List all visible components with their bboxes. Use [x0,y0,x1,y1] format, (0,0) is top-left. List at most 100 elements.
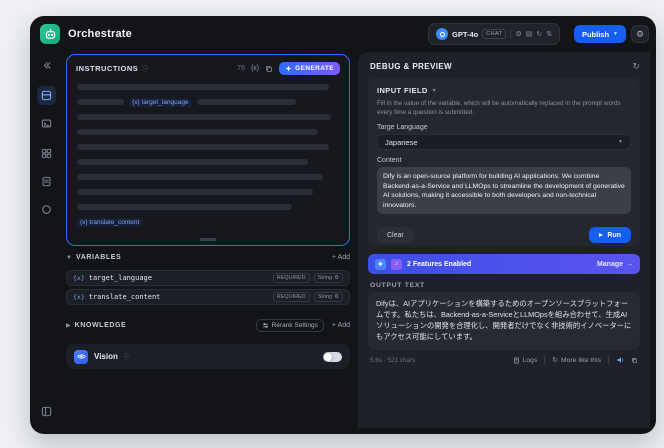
feature-speech-icon: ♪ [391,258,402,270]
logs-button[interactable]: Logs [513,357,537,364]
sparkle-icon [285,65,292,72]
publish-button[interactable]: Publish ▼ [573,25,626,43]
features-enabled-text: 2 Features Enabled [407,260,472,268]
features-enabled-bar[interactable]: ❖ ♪ 2 Features Enabled Manage → [368,254,640,274]
output-text-title: OUTPUT TEXT [370,282,425,289]
rerank-settings-button[interactable]: Rerank Settings [255,319,324,332]
required-badge: REQUIRED [272,273,310,283]
content-label: Content [377,157,402,164]
play-icon [599,233,604,237]
knowledge-section-header[interactable]: ▶ KNOWLEDGE Rerank Settings + Add [66,319,350,332]
settings-button[interactable]: ⚙ [631,25,649,43]
more-like-this-button[interactable]: ↻ More like this [552,356,601,365]
char-count: 76 [237,65,245,72]
input-field-card: INPUT FIELD ▼ Fill in the value of the v… [368,78,640,246]
model-selector[interactable]: GPT-4o CHAT ⚙ ▤ ↻ ⇅ [428,23,561,45]
debug-preview-panel: DEBUG & PREVIEW ↻ INPUT FIELD ▼ Fill in … [358,52,650,428]
prompt-skeleton: {x} target_language {x} translate_conten… [67,79,349,227]
model-settings-icon[interactable]: ⚙ [515,31,521,38]
retry-icon: ↻ [552,357,558,364]
variable-name: target_language [88,274,152,282]
rail-item-terminal-icon[interactable] [37,114,56,133]
copy-icon[interactable] [265,65,273,73]
app-window: Orchestrate GPT-4o CHAT ⚙ ▤ ↻ ⇅ Publish … [30,16,656,434]
chevron-down-icon: ▼ [431,87,437,94]
vision-feature-card: Vision ⓘ [66,344,350,369]
copy-output-button[interactable] [631,357,638,364]
variable-settings-icon: ⚙ [334,294,339,300]
skeleton-line [77,204,292,210]
refresh-icon[interactable]: ↻ [632,61,640,72]
model-params-icon[interactable]: ▤ [526,31,533,38]
rail-item-orchestrate-icon[interactable] [37,86,56,105]
input-field-header[interactable]: INPUT FIELD ▼ [377,86,631,95]
rail-item-apps-icon[interactable] [37,144,56,163]
rail-bottom-panel-icon[interactable] [37,402,56,421]
left-rail [30,52,63,434]
collapse-sidebar-icon[interactable] [37,56,56,75]
instructions-editor[interactable]: INSTRUCTIONS ⓘ 76 {x} GENERATE {x} targe… [66,54,350,246]
output-meta: 5.6s · 521 chars [370,356,416,364]
chevron-down-icon: ▼ [613,31,618,37]
arrow-right-icon: → [626,260,633,268]
add-variable-button[interactable]: + Add [332,254,350,261]
clear-button[interactable]: Clear [377,227,414,243]
skeleton-line [77,114,332,120]
variable-row[interactable]: {x} translate_content REQUIRED String ⚙ [66,289,350,305]
target-language-label: Targe Language [377,124,428,131]
generate-button[interactable]: GENERATE [279,62,340,75]
model-history-icon[interactable]: ↻ [536,31,542,38]
model-swap-icon[interactable]: ⇅ [546,31,552,38]
chevron-down-icon: ▼ [66,254,72,261]
variable-token-icon: {x} [73,293,85,301]
app-logo-icon [40,24,60,44]
speaker-button[interactable] [616,356,624,364]
model-name: GPT-4o [452,29,479,39]
type-badge[interactable]: String ⚙ [313,273,343,283]
output-footer: 5.6s · 521 chars Logs ↻ More like this [370,356,638,364]
debug-title: DEBUG & PREVIEW [370,62,453,71]
rail-item-monitor-icon[interactable] [37,200,56,219]
skeleton-line [196,99,297,105]
variables-title: VARIABLES [75,254,122,261]
instructions-header: INSTRUCTIONS ⓘ 76 {x} GENERATE [67,55,349,79]
model-provider-icon [436,28,448,40]
info-icon: ⓘ [142,67,149,73]
skeleton-line [77,189,313,195]
chevron-right-icon: ▶ [66,323,71,329]
rail-item-notes-icon[interactable] [37,172,56,191]
vision-label: Vision [94,352,118,361]
run-button[interactable]: Run [589,227,631,243]
variables-section-header[interactable]: ▼ VARIABLES + Add [66,254,350,261]
insert-variable-button[interactable]: {x} [251,65,259,72]
skeleton-line [77,159,308,165]
type-badge[interactable]: String ⚙ [313,292,343,302]
speaker-icon [617,357,623,363]
run-label: Run [607,231,621,239]
required-badge: REQUIRED [272,292,310,302]
skeleton-line [77,174,324,180]
variable-token-translate-content[interactable]: {x} translate_content [77,217,143,227]
output-text: Difyは、AIアプリケーションを構築するためのオープンソースプラットフォームで… [376,299,632,341]
target-language-select[interactable]: Japanese ▼ [377,134,631,150]
scroll-indicator[interactable] [200,238,216,241]
divider [510,29,512,39]
manage-features-button[interactable]: Manage → [597,261,633,268]
variable-row[interactable]: {x} target_language REQUIRED String ⚙ [66,270,350,286]
vision-toggle[interactable] [323,351,342,362]
feature-conversation-icon: ❖ [375,258,386,270]
sliders-icon [262,323,268,328]
page-title: Orchestrate [68,28,132,40]
divider [544,356,546,364]
divider [608,356,609,364]
skeleton-line [77,84,329,90]
model-mode-badge: CHAT [482,29,507,39]
content-textarea[interactable]: Dify is an open-source platform for buil… [377,167,631,214]
chevron-down-icon: ▼ [618,139,623,145]
add-knowledge-button[interactable]: + Add [332,322,350,329]
variable-token-target-language[interactable]: {x} target_language [129,97,192,107]
selected-language: Japanese [385,137,418,147]
publish-label: Publish [581,29,610,39]
debug-header: DEBUG & PREVIEW ↻ [358,52,650,72]
top-bar: Orchestrate GPT-4o CHAT ⚙ ▤ ↻ ⇅ Publish … [30,16,656,52]
